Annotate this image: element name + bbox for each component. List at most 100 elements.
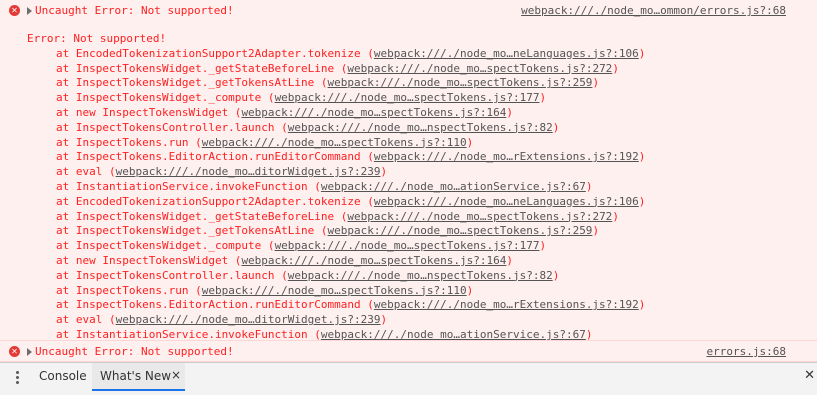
console-messages: ✕ Uncaught Error: Not supported! webpack… xyxy=(0,0,817,364)
stack-frame-function: at InspectTokensWidget._getTokensAtLine xyxy=(56,224,315,238)
expand-triangle-icon[interactable] xyxy=(27,348,32,356)
paren-open: ( xyxy=(102,313,116,327)
close-drawer-icon[interactable]: ✕ xyxy=(804,368,815,383)
paren-close: ) xyxy=(638,298,646,312)
paren-open: ( xyxy=(360,298,374,312)
error-message-row[interactable]: ✕ Uncaught Error: Not supported! webpack… xyxy=(0,0,817,21)
stack-frame-source-link[interactable]: webpack:///./node_mo…ationService.js?:67 xyxy=(321,180,586,193)
stack-frame-function: at InspectTokensWidget._getStateBeforeLi… xyxy=(56,209,335,223)
paren-close: ) xyxy=(585,327,593,341)
error-message-text: Uncaught Error: Not supported! xyxy=(35,4,234,17)
paren-open: ( xyxy=(314,76,328,90)
stack-frame-source-link[interactable]: webpack:///./node_mo…ationService.js?:67 xyxy=(321,328,586,341)
expand-triangle-icon[interactable] xyxy=(27,7,32,15)
paren-close: ) xyxy=(638,46,646,60)
error-circle-icon: ✕ xyxy=(9,5,20,16)
paren-close: ) xyxy=(506,253,513,267)
stack-frame-function: at InspectTokensWidget._getStateBeforeLi… xyxy=(56,61,335,75)
paren-close: ) xyxy=(552,268,560,282)
paren-close: ) xyxy=(466,135,474,149)
stack-frame: at InspectTokensWidget._getStateBeforeLi… xyxy=(27,62,817,77)
stack-frame: at new InspectTokensWidget (webpack:///.… xyxy=(27,106,817,121)
stack-frame-function: at InspectTokens.EditorAction.runEditorC… xyxy=(56,150,361,164)
stack-frame: at InspectTokensWidget._getStateBeforeLi… xyxy=(27,210,817,225)
stack-frame: at eval (webpack:///./node_mo…ditorWidge… xyxy=(27,313,817,328)
paren-close: ) xyxy=(380,313,388,327)
paren-close: ) xyxy=(380,165,388,179)
stack-frame: at InspectTokensWidget._compute (webpack… xyxy=(27,91,817,106)
tab-console[interactable]: Console xyxy=(39,363,87,391)
paren-close: ) xyxy=(612,61,619,75)
stack-frame-function: at new InspectTokensWidget xyxy=(56,253,229,267)
stack-frame-source-link[interactable]: webpack:///./node_mo…ditorWidget.js?:239 xyxy=(116,313,381,326)
paren-close: ) xyxy=(592,76,600,90)
error-message-row-2[interactable]: ✕ Uncaught Error: Not supported! errors.… xyxy=(0,341,817,362)
paren-open: ( xyxy=(360,150,374,164)
stack-frame-source-link[interactable]: webpack:///./node_mo…spectTokens.js?:110 xyxy=(202,284,467,297)
paren-open: ( xyxy=(334,209,348,223)
stack-frame: at InspectTokens.EditorAction.runEditorC… xyxy=(27,150,817,165)
stack-frame: at InspectTokensController.launch (webpa… xyxy=(27,121,817,136)
stack-frame-source-link[interactable]: webpack:///./node_mo…ditorWidget.js?:239 xyxy=(116,165,381,178)
stack-frame-source-link[interactable]: webpack:///./node_mo…spectTokens.js?:177 xyxy=(275,239,540,252)
paren-open: ( xyxy=(228,253,242,267)
stack-frame-function: at InspectTokensWidget._compute xyxy=(56,239,262,253)
stack-frame-source-link[interactable]: webpack:///./node_mo…nspectTokens.js?:82 xyxy=(288,121,553,134)
stack-frame-source-link[interactable]: webpack:///./node_mo…spectTokens.js?:110 xyxy=(202,136,467,149)
paren-open: ( xyxy=(307,179,321,193)
stack-frame-source-link[interactable]: webpack:///./node_mo…spectTokens.js?:259 xyxy=(328,224,593,237)
paren-open: ( xyxy=(274,120,288,134)
stack-frame-source-link[interactable]: webpack:///./node_mo…spectTokens.js?:164 xyxy=(241,254,506,267)
stack-frame: at InspectTokensController.launch (webpa… xyxy=(27,269,817,284)
stack-trace: Error: Not supported! at EncodedTokeniza… xyxy=(0,21,817,361)
paren-open: ( xyxy=(334,61,348,75)
paren-open: ( xyxy=(261,91,275,105)
more-options-icon[interactable] xyxy=(13,370,21,388)
stack-frame-function: at eval xyxy=(56,313,103,327)
stack-frame-source-link[interactable]: webpack:///./node_mo…spectTokens.js?:272 xyxy=(347,62,612,75)
stack-frame-function: at InspectTokens.run xyxy=(56,283,189,297)
stack-frame-function: at eval xyxy=(56,165,103,179)
stack-frame-source-link[interactable]: webpack:///./node_mo…rExtensions.js?:192 xyxy=(374,298,639,311)
paren-open: ( xyxy=(274,268,288,282)
stack-frame-function: at InspectTokens.EditorAction.runEditorC… xyxy=(56,298,361,312)
stack-frames: at EncodedTokenizationSupport2Adapter.to… xyxy=(27,47,817,358)
stack-frame-source-link[interactable]: webpack:///./node_mo…spectTokens.js?:177 xyxy=(275,91,540,104)
paren-close: ) xyxy=(539,239,547,253)
paren-open: ( xyxy=(360,194,374,208)
stack-frame-source-link[interactable]: webpack:///./node_mo…neLanguages.js?:106 xyxy=(374,195,639,208)
stack-frame-source-link[interactable]: webpack:///./node_mo…spectTokens.js?:259 xyxy=(328,76,593,89)
stack-frame: at InspectTokensWidget._compute (webpack… xyxy=(27,239,817,254)
paren-close: ) xyxy=(466,283,474,297)
error-message-collapsed: ✕ Uncaught Error: Not supported! errors.… xyxy=(0,340,817,362)
stack-frame-function: at InspectTokens.run xyxy=(56,135,189,149)
paren-close: ) xyxy=(592,224,600,238)
tab-whats-new-label: What's New xyxy=(100,369,172,383)
stack-frame-function: at InspectTokensController.launch xyxy=(56,268,275,282)
error-circle-icon: ✕ xyxy=(9,346,20,357)
stack-frame-function: at EncodedTokenizationSupport2Adapter.to… xyxy=(56,46,361,60)
paren-open: ( xyxy=(360,46,374,60)
paren-open: ( xyxy=(102,165,116,179)
error-source-link[interactable]: webpack:///./node_mo…ommon/errors.js?:68 xyxy=(521,4,786,17)
stack-frame-function: at InstantiationService.invokeFunction xyxy=(56,327,308,341)
stack-frame: at InstantiationService.invokeFunction (… xyxy=(27,180,817,195)
stack-frame-function: at InspectTokensWidget._compute xyxy=(56,91,262,105)
paren-open: ( xyxy=(314,224,328,238)
error-source-link-2[interactable]: errors.js:68 xyxy=(707,345,786,358)
error-message-expanded: ✕ Uncaught Error: Not supported! webpack… xyxy=(0,0,817,362)
paren-close: ) xyxy=(585,179,593,193)
paren-close: ) xyxy=(552,120,560,134)
paren-open: ( xyxy=(307,327,321,341)
stack-frame-source-link[interactable]: webpack:///./node_mo…nspectTokens.js?:82 xyxy=(288,269,553,282)
stack-frame-source-link[interactable]: webpack:///./node_mo…neLanguages.js?:106 xyxy=(374,47,639,60)
paren-close: ) xyxy=(638,194,646,208)
stack-frame-source-link[interactable]: webpack:///./node_mo…spectTokens.js?:164 xyxy=(241,106,506,119)
tab-console-label: Console xyxy=(39,369,87,383)
stack-frame-function: at EncodedTokenizationSupport2Adapter.to… xyxy=(56,194,361,208)
stack-frame: at InspectTokens.run (webpack:///./node_… xyxy=(27,136,817,151)
stack-frame-source-link[interactable]: webpack:///./node_mo…rExtensions.js?:192 xyxy=(374,150,639,163)
stack-frame-function: at InspectTokensWidget._getTokensAtLine xyxy=(56,76,315,90)
stack-frame-source-link[interactable]: webpack:///./node_mo…spectTokens.js?:272 xyxy=(347,210,612,223)
close-tab-icon[interactable]: × xyxy=(171,368,181,382)
